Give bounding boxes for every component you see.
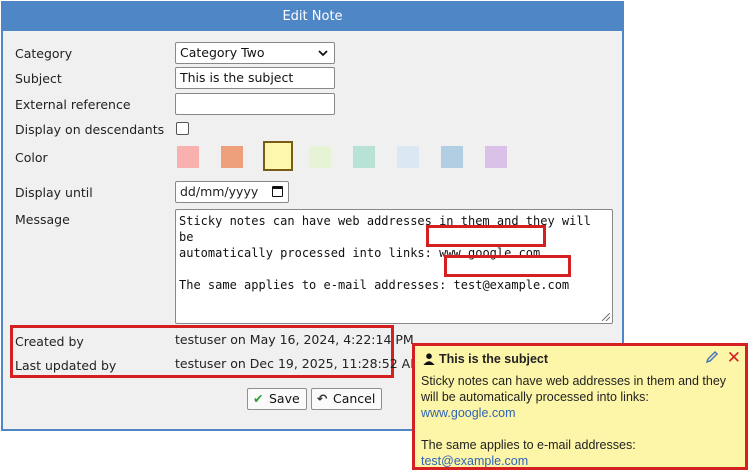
message-label: Message — [15, 212, 70, 227]
sticky-note-preview: This is the subject ✕ Sticky notes can h… — [412, 343, 748, 470]
dialog-title: Edit Note — [3, 3, 622, 31]
note-line-3: The same applies to e-mail addresses: — [421, 438, 636, 452]
last-updated-by-value: testuser on Dec 19, 2025, 11:28:52 AM — [175, 356, 422, 371]
resize-grip[interactable] — [602, 313, 610, 321]
color-swatch[interactable] — [485, 146, 507, 168]
external-reference-input[interactable] — [175, 93, 335, 115]
date-placeholder: dd/mm/yyyy — [180, 184, 259, 199]
display-on-descendants-label: Display on descendants — [15, 122, 165, 137]
cancel-label: Cancel — [333, 391, 376, 406]
created-by-value: testuser on May 16, 2024, 4:22:14 PM — [175, 332, 414, 347]
last-updated-by-label: Last updated by — [15, 358, 117, 373]
note-header: This is the subject — [423, 352, 548, 368]
display-until-input[interactable]: dd/mm/yyyy — [175, 181, 289, 203]
calendar-icon[interactable] — [272, 186, 283, 197]
color-swatch[interactable] — [309, 146, 331, 168]
message-email: test@example.com — [453, 278, 570, 292]
cancel-button[interactable]: ↶ Cancel — [311, 388, 383, 410]
note-line-1: Sticky notes can have web addresses in t… — [421, 374, 727, 388]
display-until-label: Display until — [15, 185, 93, 200]
external-reference-label: External reference — [15, 97, 131, 112]
color-swatch[interactable] — [441, 146, 463, 168]
email-highlight — [444, 255, 571, 277]
save-label: Save — [269, 391, 300, 406]
link-highlight — [426, 225, 546, 247]
created-by-label: Created by — [15, 334, 84, 349]
display-on-descendants-checkbox[interactable] — [176, 122, 189, 135]
category-value: Category Two — [180, 45, 265, 60]
note-line-2: will be automatically processed into lin… — [421, 390, 649, 404]
close-icon[interactable]: ✕ — [727, 348, 741, 368]
note-title: This is the subject — [439, 352, 549, 366]
category-label: Category — [15, 46, 73, 61]
color-swatch[interactable] — [221, 146, 243, 168]
check-icon: ✔ — [253, 391, 264, 406]
color-swatch[interactable] — [353, 146, 375, 168]
color-swatch[interactable] — [263, 141, 293, 171]
category-select[interactable]: Category Two — [175, 42, 335, 64]
note-link[interactable]: www.google.com — [421, 405, 741, 421]
save-button[interactable]: ✔ Save — [247, 388, 307, 410]
chevron-down-icon — [318, 43, 328, 63]
color-label: Color — [15, 150, 48, 165]
subject-label: Subject — [15, 71, 62, 86]
note-body: Sticky notes can have web addresses in t… — [421, 373, 741, 469]
pencil-icon[interactable] — [705, 350, 719, 367]
undo-icon: ↶ — [317, 391, 328, 406]
note-email-link[interactable]: test@example.com — [421, 453, 741, 469]
person-icon — [423, 353, 439, 368]
message-line-3-prefix: The same applies to e-mail addresses: — [179, 278, 454, 292]
message-line-2-prefix: automatically processed into links: — [179, 246, 440, 260]
color-swatch[interactable] — [397, 146, 419, 168]
color-swatch[interactable] — [177, 146, 199, 168]
subject-input[interactable]: This is the subject — [175, 67, 335, 89]
